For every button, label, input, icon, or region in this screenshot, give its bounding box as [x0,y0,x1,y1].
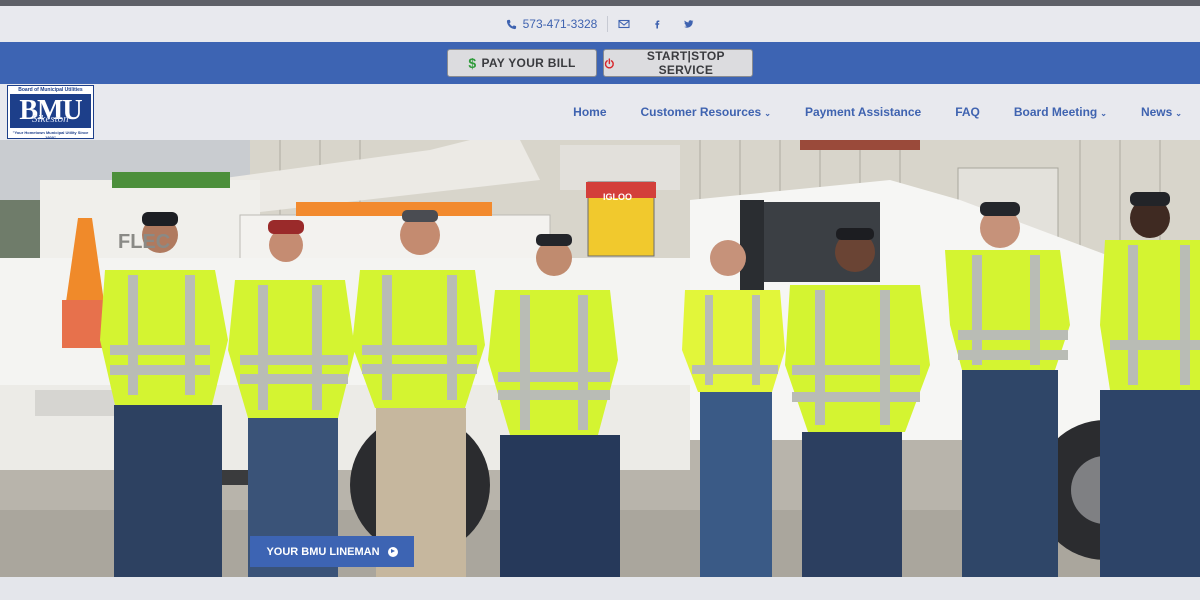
chevron-down-icon: ⌄ [1175,108,1182,118]
email-link[interactable] [618,18,630,30]
cooler-label: IGLOO [603,192,632,202]
nav-payment-assistance[interactable]: Payment Assistance [805,105,921,119]
nav-faq-label: FAQ [955,105,980,119]
hero-banner: FLEC IGLOO [0,140,1200,577]
nav-menu: Home Customer Resources ⌄ Payment Assista… [539,84,1182,140]
nav-faq[interactable]: FAQ [955,105,980,119]
nav-customer-resources[interactable]: Customer Resources ⌄ [641,105,771,119]
nav-board-meeting[interactable]: Board Meeting ⌄ [1014,105,1107,119]
envelope-icon [618,19,630,29]
arrow-right-circle-icon [387,546,398,557]
nav-payment-assistance-label: Payment Assistance [804,105,922,119]
contact-bar: 573-471-3328 [0,6,1200,42]
nav-news-label: News [1140,105,1173,119]
nav-customer-resources-label: Customer Resources [640,105,762,119]
dollar-icon: $ [468,55,477,71]
nav-home[interactable]: Home [573,105,606,119]
chevron-down-icon: ⌄ [1100,108,1107,118]
pay-bill-button[interactable]: $ PAY YOUR BILL [447,49,597,77]
logo-tagline: "Your Hometown Municipal Utility Since 1… [12,130,89,140]
nav-board-meeting-label: Board Meeting [1013,105,1098,119]
phone-number: 573-471-3328 [522,17,598,31]
logo-org-name: Board of Municipal Utilities [18,87,83,93]
start-stop-service-button[interactable]: START|STOP SERVICE [603,49,753,77]
lineman-button-label: YOUR BMU LINEMAN [266,545,380,558]
service-bar: $ PAY YOUR BILL START|STOP SERVICE [0,42,1200,84]
nav-news[interactable]: News ⌄ [1141,105,1182,119]
pay-bill-label: PAY YOUR BILL [481,56,576,70]
logo-main: BMU Sikeston [10,94,91,128]
page-bottom-band [0,577,1200,600]
nav-home-label: Home [573,105,607,119]
phone-link[interactable]: 573-471-3328 [506,17,598,31]
your-bmu-lineman-button[interactable]: YOUR BMU LINEMAN [250,536,414,567]
facebook-link[interactable] [652,19,662,29]
chevron-down-icon: ⌄ [764,108,771,118]
bmu-logo[interactable]: Board of Municipal Utilities BMU Sikeston… [7,85,94,140]
twitter-link[interactable] [684,19,694,29]
phone-icon [506,19,516,29]
hero-photo: FLEC IGLOO [0,140,1200,577]
divider [607,16,609,32]
twitter-icon [684,20,694,28]
power-icon [604,57,614,69]
truck-label: FLEC [118,231,170,253]
facebook-icon [655,20,660,29]
start-stop-label: START|STOP SERVICE [646,49,725,77]
main-navbar: Board of Municipal Utilities BMU Sikeston… [0,84,1200,140]
